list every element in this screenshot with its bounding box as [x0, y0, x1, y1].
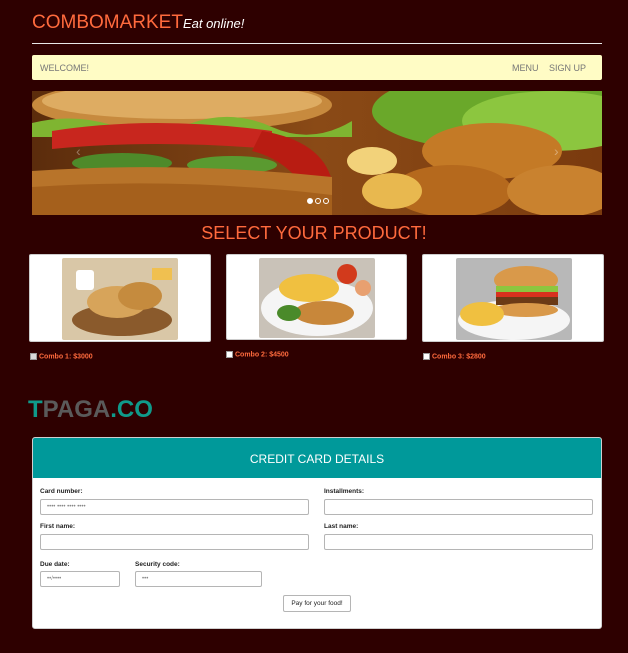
card-number-label: Card number: [40, 488, 83, 495]
product-checkbox-1[interactable] [30, 353, 37, 360]
due-date-label: Due date: [40, 561, 70, 568]
carousel-banner[interactable]: ‹ › [32, 91, 602, 215]
carousel-prev-icon[interactable]: ‹ [76, 143, 81, 159]
product-image-3 [456, 258, 572, 340]
product-label-2: Combo 2: $4500 [235, 351, 289, 359]
carousel-dot[interactable] [307, 198, 313, 204]
brand-title[interactable]: COMBOMARKET [32, 12, 183, 33]
product-image-1 [62, 258, 178, 340]
pay-button[interactable]: Pay for your food! [283, 595, 351, 612]
product-checkbox-3[interactable] [423, 353, 430, 360]
installments-input[interactable] [324, 499, 593, 515]
nav-signup-link[interactable]: SIGN UP [549, 63, 586, 73]
security-code-label: Security code: [135, 561, 180, 568]
nav-welcome: WELCOME! [40, 63, 90, 73]
installments-label: Installments: [324, 488, 365, 495]
nav-links: MENU SIGN UP [504, 63, 586, 73]
credit-card-form: CREDIT CARD DETAILS Card number: •••• ••… [32, 437, 602, 629]
section-title: SELECT YOUR PRODUCT! [201, 223, 427, 243]
header: COMBOMARKETEat online! [32, 12, 244, 34]
product-label-1: Combo 1: $3000 [39, 353, 93, 361]
card-number-input[interactable]: •••• •••• •••• •••• [40, 499, 309, 515]
product-label-3: Combo 3: $2800 [432, 353, 486, 361]
product-option-3[interactable]: Combo 3: $2800 [423, 353, 486, 360]
carousel-dot[interactable] [323, 198, 329, 204]
last-name-input[interactable] [324, 534, 593, 550]
credit-card-title: CREDIT CARD DETAILS [33, 438, 601, 478]
due-date-input[interactable]: ••/•••• [40, 571, 120, 587]
product-checkbox-2[interactable] [226, 351, 233, 358]
product-card-2[interactable] [226, 254, 407, 340]
header-divider [32, 43, 602, 44]
carousel-indicators [307, 191, 331, 209]
carousel-next-icon[interactable]: › [554, 143, 559, 159]
nav-menu-link[interactable]: MENU [512, 63, 539, 73]
navbar: WELCOME! MENU SIGN UP [32, 55, 602, 80]
first-name-input[interactable] [40, 534, 309, 550]
tpaga-logo: TPAGA.CO [28, 396, 153, 423]
product-option-1[interactable]: Combo 1: $3000 [30, 353, 93, 360]
carousel-dot[interactable] [315, 198, 321, 204]
product-card-3[interactable] [422, 254, 604, 342]
first-name-label: First name: [40, 523, 76, 530]
product-card-1[interactable] [29, 254, 211, 342]
last-name-label: Last name: [324, 523, 359, 530]
product-option-2[interactable]: Combo 2: $4500 [226, 351, 289, 358]
security-code-input[interactable]: ••• [135, 571, 262, 587]
product-image-2 [259, 258, 375, 338]
tagline: Eat online! [182, 16, 245, 31]
